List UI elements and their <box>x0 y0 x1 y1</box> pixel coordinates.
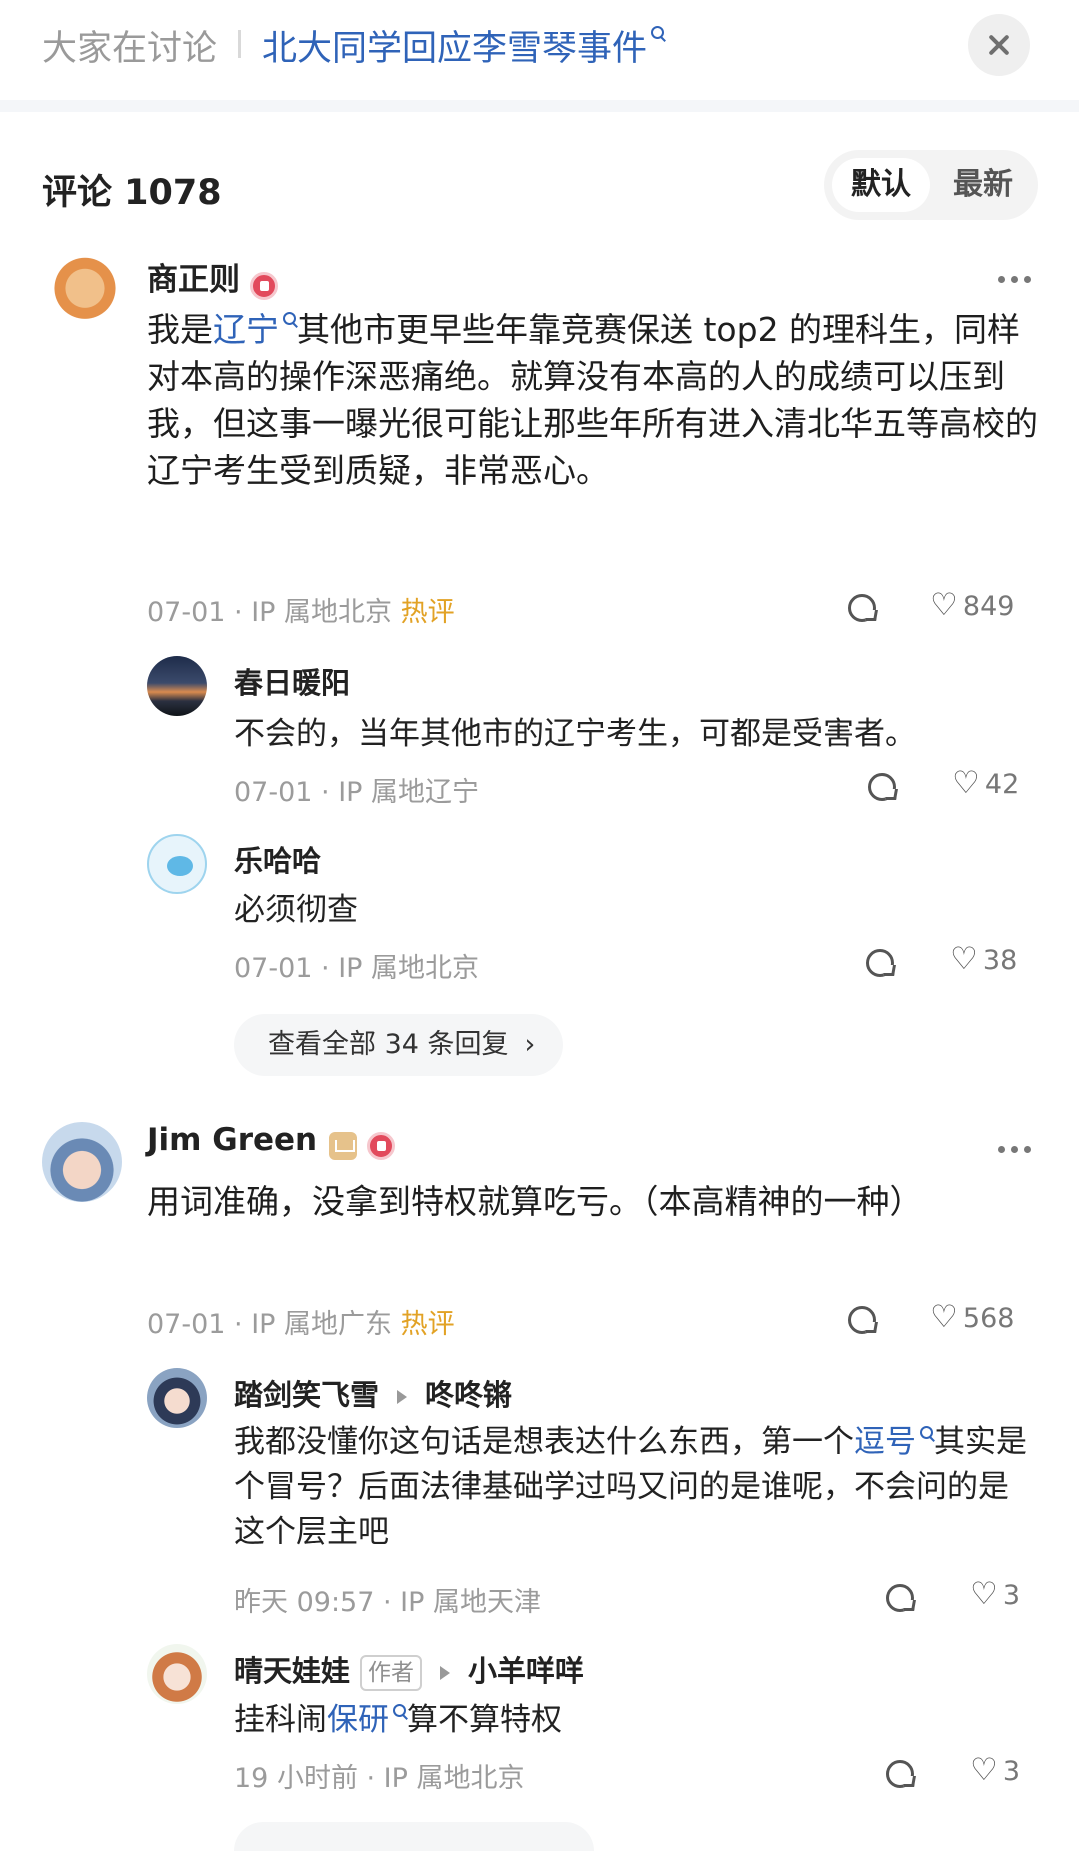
avatar[interactable] <box>147 1644 207 1704</box>
like-button[interactable]: ♡ 849 <box>930 587 1015 623</box>
keyword-link[interactable]: 辽宁 <box>213 310 297 349</box>
like-button[interactable]: ♡ 42 <box>952 765 1020 801</box>
reply-author[interactable]: 春日暖阳 <box>234 660 350 702</box>
avatar[interactable] <box>147 656 207 716</box>
comments-count-title: 评论 1078 <box>42 173 222 213</box>
reply-header: 踏剑笑飞雪 咚咚锵 <box>234 1372 512 1414</box>
reply-body: 挂科闹保研 算不算特权 <box>234 1702 562 1738</box>
like-button[interactable]: ♡ 568 <box>930 1299 1015 1335</box>
reply-meta: 昨天 09:57 · IP 属地天津 <box>234 1587 541 1618</box>
search-icon <box>651 26 665 40</box>
heart-icon: ♡ <box>950 941 978 977</box>
search-icon <box>920 1426 934 1440</box>
reply-header: 晴天娃娃 作者 小羊咩咩 <box>234 1648 584 1691</box>
keyword-link[interactable]: 逗号 <box>854 1424 934 1460</box>
reply-meta: 07-01 · IP 属地辽宁 <box>234 777 480 808</box>
like-count: 849 <box>962 591 1015 622</box>
thumb-badge-icon <box>250 271 278 300</box>
like-button[interactable]: ♡ 38 <box>950 941 1018 977</box>
reply-author[interactable]: 晴天娃娃 <box>234 1654 350 1688</box>
reply-meta: 07-01 · IP 属地北京 <box>234 953 480 984</box>
avatar[interactable] <box>147 1368 207 1428</box>
heart-icon: ♡ <box>930 1299 958 1335</box>
reply-body: 不会的，当年其他市的辽宁考生，可都是受害者。 <box>234 716 916 752</box>
like-button[interactable]: ♡ 3 <box>970 1576 1021 1612</box>
reply-icon[interactable] <box>868 773 896 801</box>
view-all-replies-button[interactable] <box>234 1822 594 1851</box>
discussion-label: 大家在讨论 <box>42 29 218 69</box>
search-icon <box>283 312 297 326</box>
avatar[interactable] <box>48 255 122 329</box>
like-count: 3 <box>1002 1756 1021 1787</box>
like-count: 568 <box>962 1303 1015 1334</box>
reply-author[interactable]: 乐哈哈 <box>234 838 321 880</box>
search-icon <box>393 1704 407 1718</box>
reply-author[interactable]: 踏剑笑飞雪 <box>234 1378 379 1412</box>
chevron-right-icon: › <box>524 1029 536 1060</box>
reply-arrow-icon <box>397 1390 408 1404</box>
topic-link[interactable]: 北大同学回应李雪琴事件 <box>262 20 665 71</box>
hot-comment-label: 热评 <box>400 597 455 628</box>
reply-icon[interactable] <box>866 949 894 977</box>
comment-author[interactable]: 商正则 <box>147 254 278 300</box>
avatar[interactable] <box>147 834 207 894</box>
comment-meta: 07-01 · IP 属地广东 热评 <box>147 1309 455 1340</box>
view-all-replies-button[interactable]: 查看全部 34 条回复 › <box>234 1014 564 1076</box>
more-options-icon[interactable] <box>998 1138 1038 1153</box>
reply-icon[interactable] <box>886 1760 914 1788</box>
close-button[interactable] <box>968 14 1030 76</box>
sort-default-button[interactable]: 默认 <box>832 158 930 212</box>
sort-latest-button[interactable]: 最新 <box>934 158 1032 212</box>
reply-icon[interactable] <box>848 594 876 622</box>
reply-body: 我都没懂你这句话是想表达什么东西，第一个逗号 其实是个冒号？后面法律基础学过吗又问… <box>234 1424 1027 1550</box>
top-bar: 大家在讨论 北大同学回应李雪琴事件 <box>0 0 1079 100</box>
reply-arrow-icon <box>440 1666 451 1680</box>
comment-author[interactable]: Jim Green <box>147 1122 396 1160</box>
reply-target[interactable]: 咚咚锵 <box>425 1378 512 1412</box>
hot-comment-label: 热评 <box>400 1309 455 1340</box>
heart-icon: ♡ <box>970 1576 998 1612</box>
crown-badge-icon <box>329 1131 358 1160</box>
like-button[interactable]: ♡ 3 <box>970 1752 1021 1788</box>
username: 商正则 <box>147 262 240 298</box>
comment-body: 我是辽宁 其他市更早些年靠竞赛保送 top2 的理科生，同样对本高的操作深恶痛绝。… <box>147 310 1038 490</box>
comment-meta: 07-01 · IP 属地北京 热评 <box>147 597 455 628</box>
comment-body: 用词准确，没拿到特权就算吃亏。（本高精神的一种） <box>147 1182 923 1221</box>
section-divider <box>0 100 1079 112</box>
reply-icon[interactable] <box>848 1306 876 1334</box>
username: Jim Green <box>147 1122 318 1158</box>
reply-body: 必须彻查 <box>234 892 358 928</box>
like-count: 3 <box>1002 1580 1021 1611</box>
author-tag: 作者 <box>360 1655 423 1691</box>
heart-icon: ♡ <box>930 587 958 623</box>
header-divider <box>238 30 241 58</box>
like-count: 42 <box>984 769 1020 800</box>
keyword-link[interactable]: 保研 <box>327 1702 407 1738</box>
thumb-badge-icon <box>367 1131 396 1160</box>
sort-toggle: 默认 最新 <box>824 150 1038 220</box>
reply-icon[interactable] <box>886 1584 914 1612</box>
heart-icon: ♡ <box>970 1752 998 1788</box>
reply-target[interactable]: 小羊咩咩 <box>468 1654 584 1688</box>
reply-meta: 19 小时前 · IP 属地北京 <box>234 1763 525 1794</box>
like-count: 38 <box>982 945 1018 976</box>
more-options-icon[interactable] <box>998 268 1038 283</box>
avatar[interactable] <box>42 1122 122 1202</box>
heart-icon: ♡ <box>952 765 980 801</box>
